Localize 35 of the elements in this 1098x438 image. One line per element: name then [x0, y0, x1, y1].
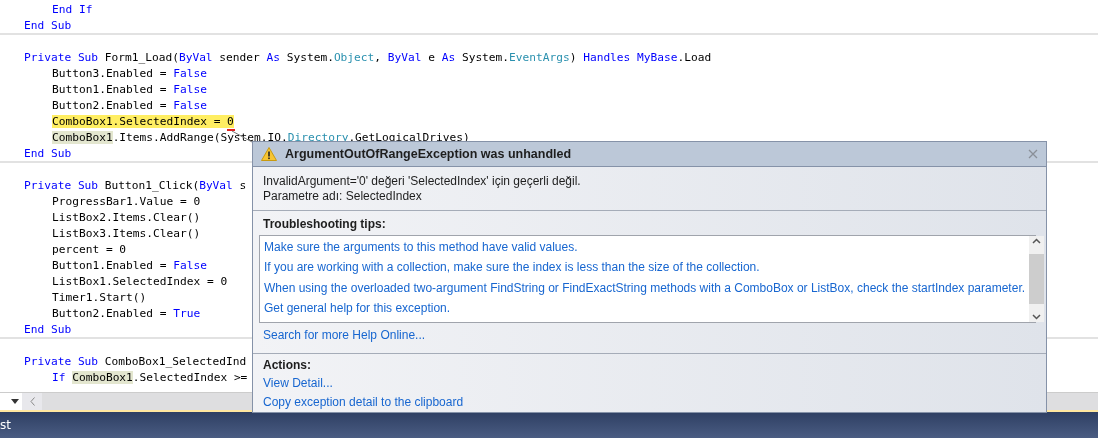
status-text: st [0, 418, 11, 432]
exception-title: ArgumentOutOfRangeException was unhandled [285, 146, 573, 161]
tips-heading: Troubleshooting tips: [262, 216, 387, 233]
code-line: Private Sub Form1_Load(ByVal sender As System.Object, ByVal e As System.EventArgs) Handles MyBase.Load [24, 50, 712, 66]
code-line: ListBox2.Items.Clear() [51, 210, 201, 226]
dropdown-caret-icon[interactable] [11, 399, 19, 404]
scrollbar[interactable] [1029, 235, 1045, 322]
code-line: ListBox1.SelectedIndex = 0 [51, 274, 228, 290]
code-line: ProgressBar1.Value = 0 [51, 194, 201, 210]
warning-icon [261, 146, 277, 161]
exception-message: InvalidArgument='0' değeri 'SelectedIndex' için geçerli değil. [263, 173, 582, 189]
code-line: End Sub [24, 322, 72, 338]
tip-link[interactable]: When using the overloaded two-argument FindString or FindExactString methods with a ComboBox or ListBox, check the startIndex parameter. [264, 277, 1026, 298]
actions-heading: Actions: [262, 358, 312, 374]
code-line: ListBox3.Items.Clear() [51, 226, 201, 242]
action-link[interactable]: View Detail... [259, 374, 1036, 393]
code-line: End If [51, 2, 93, 18]
code-line: percent = 0 [51, 242, 127, 258]
code-line: Button1.Enabled = False [51, 258, 207, 274]
code-line: Private Sub Button1_Click(ByVal s [24, 178, 247, 194]
action-link[interactable]: Copy exception detail to the clipboard [259, 393, 1036, 412]
exception-message: Parametre adı: SelectedIndex [263, 188, 423, 204]
code-line: Button3.Enabled = False [51, 66, 207, 82]
search-help-link[interactable]: Search for more Help Online... [259, 324, 1036, 345]
code-line: Button2.Enabled = False [51, 98, 207, 114]
code-line: End Sub [24, 18, 72, 34]
code-line: Timer1.Start() [51, 290, 147, 306]
code-line: End Sub [24, 146, 72, 162]
code-line: If ComboBox1.SelectedIndex >= [51, 370, 248, 386]
tip-link[interactable]: Get general help for this exception. [264, 298, 1026, 319]
code-line: Button1.Enabled = False [51, 82, 207, 98]
tip-link[interactable]: Make sure the arguments to this method have valid values. [264, 236, 1026, 257]
code-line: Private Sub ComboBox1_SelectedInd [24, 354, 247, 370]
code-line: Button2.Enabled = True [51, 306, 201, 322]
tip-link[interactable]: If you are working with a collection, make sure the index is less than the size of the collection. [264, 257, 1026, 278]
